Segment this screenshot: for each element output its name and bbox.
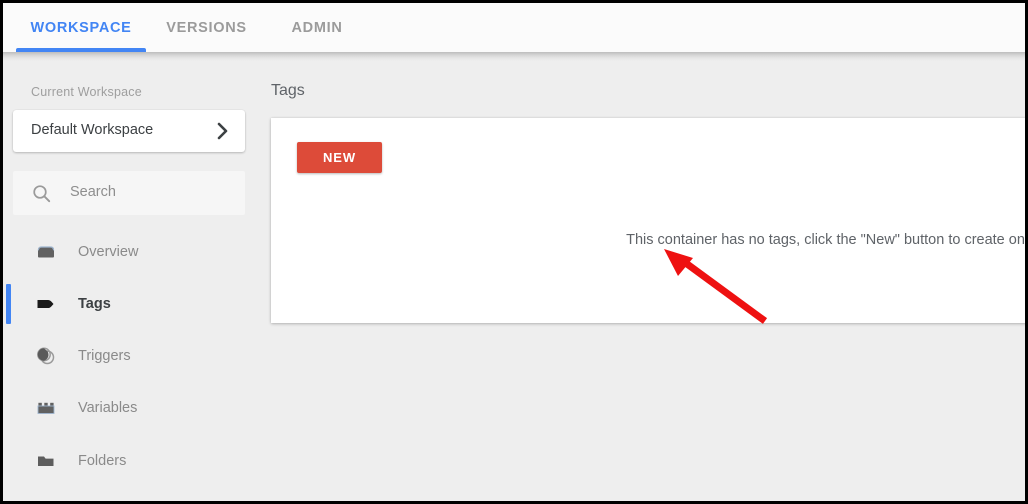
top-tab-bar: WORKSPACE VERSIONS ADMIN [3,3,1025,52]
tab-versions-label: VERSIONS [166,19,247,36]
tab-workspace-label: WORKSPACE [30,19,132,36]
workspace-name: Default Workspace [31,122,154,138]
sidebar-item-overview-label: Overview [78,244,139,260]
tag-icon [34,292,58,316]
main-content: Tags NEW This container has no tags, cli… [263,61,1025,501]
sidebar-item-folders-label: Folders [78,453,127,469]
search-placeholder: Search [70,184,116,200]
sidebar-item-triggers-label: Triggers [78,348,131,364]
sidebar-item-overview[interactable]: Overview [3,233,263,271]
sidebar-item-folders[interactable]: Folders [3,442,263,480]
search-input[interactable]: Search [13,171,245,215]
chevron-right-icon [217,121,229,141]
sidebar-item-tags[interactable]: Tags [3,285,263,323]
tab-admin[interactable]: ADMIN [275,3,359,52]
sidebar-item-triggers[interactable]: Triggers [3,337,263,375]
search-icon [32,184,51,203]
sidebar-item-tags-label: Tags [78,296,111,312]
body-area: Current Workspace Default Workspace Sear… [3,61,1025,501]
sidebar: Current Workspace Default Workspace Sear… [3,61,263,501]
folder-icon [34,449,58,473]
sidebar-item-variables-label: Variables [78,400,138,416]
page-title: Tags [271,82,305,99]
overview-icon [34,240,58,264]
tab-workspace[interactable]: WORKSPACE [16,3,146,52]
app-window: WORKSPACE VERSIONS ADMIN Current Workspa… [0,0,1028,504]
variables-icon [34,396,58,420]
current-workspace-label: Current Workspace [31,85,142,99]
trigger-icon [34,344,58,368]
workspace-selector[interactable]: Default Workspace [13,110,245,152]
new-tag-button[interactable]: NEW [297,142,382,173]
tags-panel: NEW This container has no tags, click th… [271,118,1028,323]
tab-bar-shadow [3,52,1025,61]
sidebar-item-variables[interactable]: Variables [3,389,263,427]
tab-versions[interactable]: VERSIONS [155,3,258,52]
empty-state-message: This container has no tags, click the "N… [626,232,1028,248]
tab-admin-label: ADMIN [291,19,343,36]
